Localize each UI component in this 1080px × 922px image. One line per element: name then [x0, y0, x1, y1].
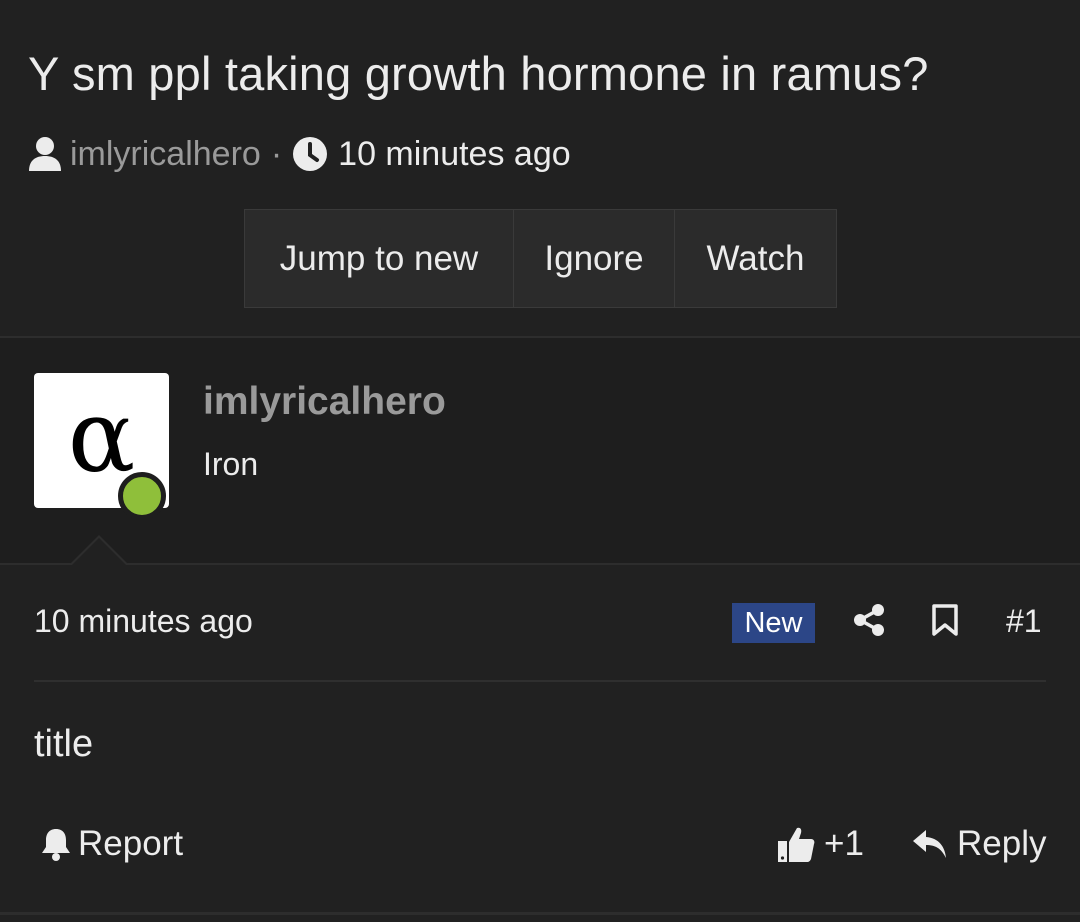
online-status-indicator — [118, 472, 166, 520]
thumbs-up-icon — [778, 827, 815, 862]
reply-button[interactable]: Reply — [911, 822, 1046, 866]
like-button[interactable]: +1 — [776, 822, 864, 866]
meta-separator: · — [270, 134, 283, 173]
thread-author-link[interactable]: imlyricalhero — [70, 135, 261, 174]
report-button[interactable]: Report — [40, 822, 183, 866]
message-arrow-fill — [72, 538, 126, 565]
user-block-divider — [0, 563, 1080, 565]
watch-button[interactable]: Watch — [674, 210, 836, 307]
reply-icon — [913, 830, 946, 858]
thread-meta: imlyricalhero · 10 minutes ago — [28, 134, 571, 174]
thread-header: Y sm ppl taking growth hormone in ramus?… — [0, 0, 1080, 336]
clock-icon — [293, 137, 328, 171]
post-time[interactable]: 10 minutes ago — [34, 603, 253, 640]
reaction-count: +1 — [824, 824, 864, 863]
user-icon — [29, 137, 61, 171]
ignore-button[interactable]: Ignore — [513, 210, 674, 307]
thread-time[interactable]: 10 minutes ago — [338, 135, 571, 174]
bookmark-icon[interactable] — [930, 603, 960, 637]
user-title: Iron — [203, 446, 259, 482]
post-body: title — [34, 723, 94, 765]
post-number-link[interactable]: #1 — [1006, 603, 1042, 640]
share-icon[interactable] — [852, 603, 886, 637]
new-badge: New — [732, 603, 815, 643]
bell-icon — [42, 829, 70, 861]
thread-action-buttons: Jump to new Ignore Watch — [244, 209, 837, 308]
thread-title: Y sm ppl taking growth hormone in ramus? — [28, 47, 929, 100]
post-header-divider — [34, 680, 1046, 682]
post-username[interactable]: imlyricalhero — [203, 380, 446, 424]
reply-label: Reply — [957, 824, 1047, 863]
post-bottom-divider — [0, 912, 1080, 915]
jump-to-new-button[interactable]: Jump to new — [245, 210, 513, 307]
report-label: Report — [78, 824, 184, 863]
